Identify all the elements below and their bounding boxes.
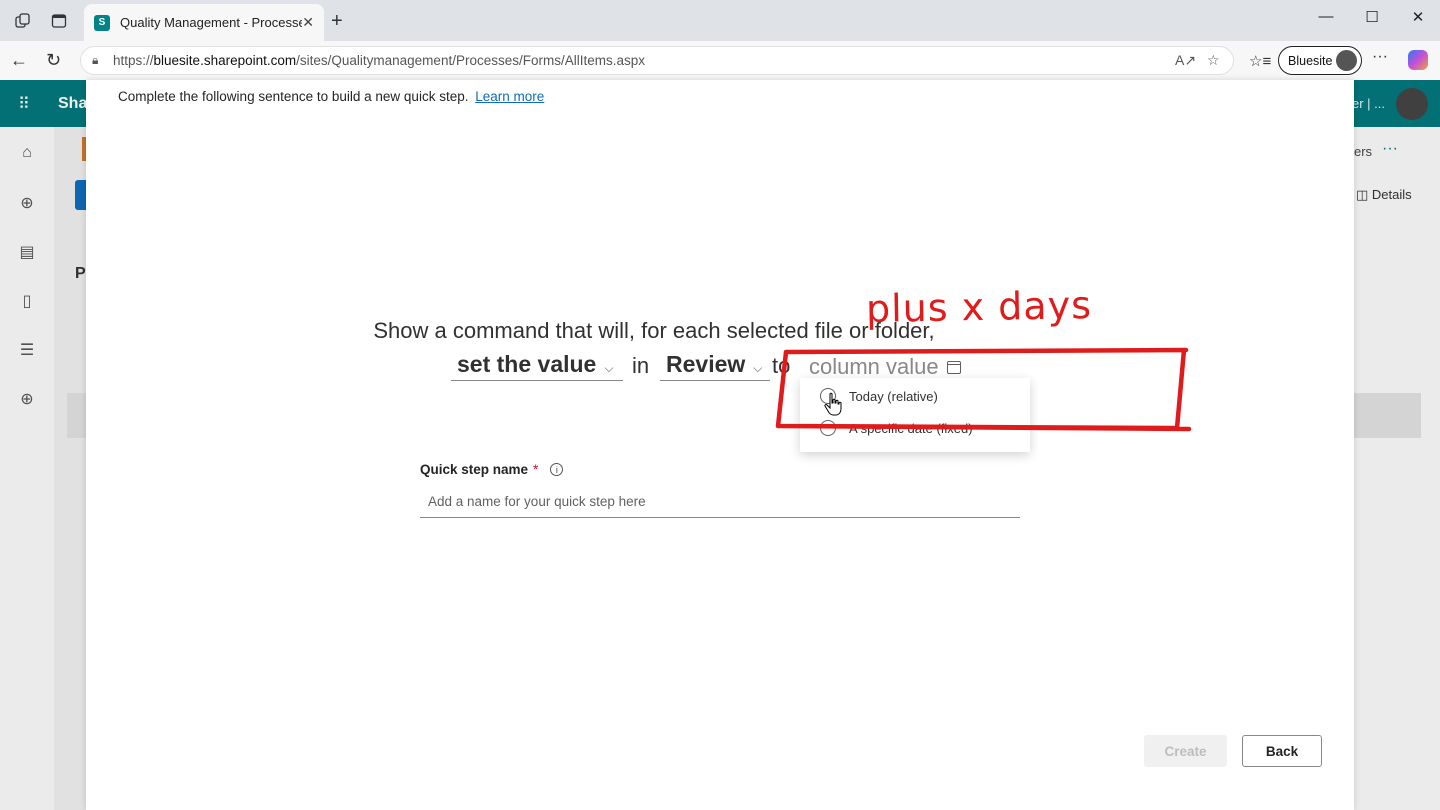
required-marker: * — [533, 462, 539, 477]
chevron-down-icon: ⌵ — [753, 360, 763, 375]
url-host: bluesite.sharepoint.com — [153, 53, 297, 68]
profile-button[interactable]: Bluesite — [1278, 46, 1362, 75]
menu-option-label: A specific date (fixed) — [849, 420, 973, 436]
word-to: to — [772, 353, 791, 378]
intro-text: Complete the following sentence to build… — [118, 89, 544, 104]
column-dropdown-value: Review — [666, 350, 746, 377]
menu-option-label: Today (relative) — [849, 388, 938, 404]
favorites-icon[interactable]: ☆≡ — [1249, 52, 1271, 70]
calendar-icon — [946, 360, 961, 374]
read-aloud-icon[interactable]: A↗ — [1175, 52, 1196, 69]
info-icon[interactable]: i — [550, 463, 564, 476]
address-bar-row: ← ↻ 🔒︎ https://bluesite.sharepoint.com/s… — [0, 41, 1440, 80]
action-dropdown-value: set the value — [457, 350, 597, 377]
vertical-tabs-icon[interactable] — [49, 11, 69, 31]
back-arrow-icon[interactable]: ← — [10, 50, 28, 71]
word-in: in — [632, 353, 650, 378]
profile-avatar — [1336, 50, 1357, 71]
window-close-icon[interactable]: ✕ — [1395, 8, 1440, 26]
sharepoint-favicon-icon: S — [94, 14, 110, 31]
column-value-placeholder: column value — [809, 354, 939, 379]
url-prefix: https:// — [113, 53, 154, 68]
quick-step-panel: Complete the following sentence to build… — [86, 80, 1354, 810]
quick-step-label-text: Quick step name — [420, 462, 529, 477]
column-dropdown[interactable]: Review ⌵ — [660, 348, 770, 381]
back-button[interactable]: Back — [1242, 735, 1322, 767]
quick-step-name-input[interactable] — [420, 486, 1020, 518]
minimize-icon[interactable]: — — [1303, 8, 1349, 25]
browser-tab-active[interactable]: S Quality Management - Processes ✕ — [84, 4, 324, 41]
refresh-icon[interactable]: ↻ — [46, 50, 61, 71]
new-tab-icon[interactable]: + — [331, 10, 343, 33]
quick-step-name-label: Quick step name * i — [420, 462, 564, 477]
tab-title: Quality Management - Processes — [120, 15, 303, 30]
maximize-icon[interactable]: ☐ — [1349, 8, 1395, 26]
intro-sentence: Complete the following sentence to build… — [118, 89, 469, 104]
workspaces-icon[interactable] — [13, 11, 33, 31]
annotation-text: plus x days — [865, 283, 1093, 331]
site-info-icon[interactable]: 🔒︎ — [92, 53, 98, 68]
create-button[interactable]: Create — [1144, 735, 1227, 767]
browser-tab-bar: S Quality Management - Processes ✕ + — ☐… — [0, 0, 1440, 41]
profile-name: Bluesite — [1288, 53, 1333, 68]
copilot-icon[interactable] — [1408, 50, 1428, 70]
hand-cursor-icon — [824, 392, 842, 416]
radio-icon[interactable] — [820, 420, 836, 436]
browser-more-icon[interactable]: ··· — [1372, 48, 1388, 66]
url-field[interactable]: 🔒︎ https://bluesite.sharepoint.com/sites… — [80, 46, 1234, 75]
favorite-star-icon[interactable]: ☆ — [1207, 52, 1220, 69]
sentence-line-1: Show a command that will, for each selec… — [373, 318, 935, 343]
learn-more-link[interactable]: Learn more — [475, 89, 544, 104]
close-tab-icon[interactable]: ✕ — [302, 14, 314, 31]
chevron-down-icon: ⌵ — [604, 360, 614, 375]
url-path: /sites/Qualitymanagement/Processes/Forms… — [296, 53, 645, 68]
column-value-picker[interactable]: column value — [809, 354, 961, 380]
menu-option-specific-date[interactable]: A specific date (fixed) — [820, 420, 973, 436]
action-dropdown[interactable]: set the value ⌵ — [451, 348, 623, 381]
